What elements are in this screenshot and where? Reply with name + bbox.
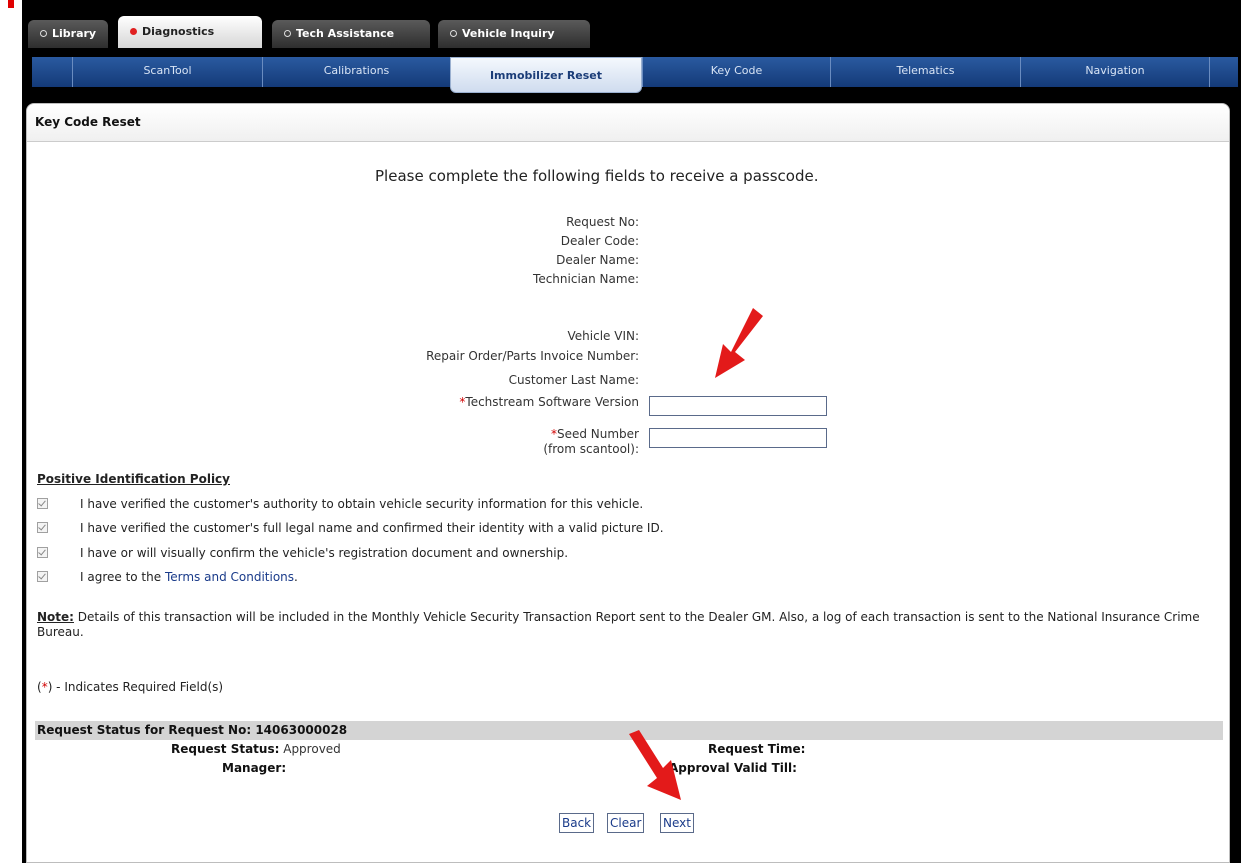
arrow-shape — [629, 730, 681, 800]
techstream-label-text: Techstream Software Version — [465, 395, 639, 409]
content-panel: Key Code Reset Please complete the follo… — [26, 103, 1230, 863]
required-field-note: (*) - Indicates Required Field(s) — [37, 680, 223, 694]
request-status-header-text: Request Status for Request No: 140630000… — [37, 723, 348, 737]
annotation-arrow-icon — [629, 730, 681, 800]
corner-marker — [0, 0, 22, 8]
subnav-key-code[interactable]: Key Code — [642, 57, 830, 87]
manager-label: Manager: — [222, 761, 287, 775]
panel-title: Key Code Reset — [35, 115, 141, 129]
tab-label: Diagnostics — [142, 25, 215, 38]
policy-checkbox-row: I agree to the Terms and Conditions. — [37, 570, 298, 584]
panel-header: Key Code Reset — [27, 104, 1229, 142]
tab-label: Tech Assistance — [296, 27, 395, 40]
seed-label-text: Seed Number — [556, 427, 639, 441]
request-status-label: Request Status: — [171, 742, 280, 756]
policy-checkbox-row: I have verified the customer's authority… — [37, 497, 643, 511]
terms-link[interactable]: Terms and Conditions — [165, 570, 294, 584]
tab-diagnostics[interactable]: Diagnostics — [118, 16, 262, 48]
subnav-calibrations[interactable]: Calibrations — [262, 57, 450, 87]
seed-number-label: *Seed Number — [27, 427, 639, 441]
tab-label: Vehicle Inquiry — [462, 27, 555, 40]
required-note-text: ) - Indicates Required Field(s) — [47, 680, 224, 694]
repair-order-label: Repair Order/Parts Invoice Number: — [426, 349, 639, 363]
policy-item-text: I have verified the customer's authority… — [80, 497, 644, 511]
subnav-scantool[interactable]: ScanTool — [72, 57, 262, 87]
note-label: Note: — [37, 610, 74, 624]
terms-suffix: . — [294, 570, 298, 584]
policy-checkbox-row: I have verified the customer's full lega… — [37, 521, 664, 535]
dealer-code-label: Dealer Code: — [560, 234, 639, 248]
radio-dot-icon — [284, 30, 291, 37]
vehicle-vin-label: Vehicle VIN: — [567, 329, 640, 343]
policy-item-text: I have or will visually confirm the vehi… — [80, 546, 569, 560]
technician-name-label: Technician Name: — [533, 272, 639, 286]
checkbox-terms[interactable] — [37, 571, 48, 582]
techstream-version-input[interactable] — [649, 396, 827, 416]
policy-item-text: I have verified the customer's full lega… — [80, 521, 664, 535]
instructions-text: Please complete the following fields to … — [375, 167, 819, 185]
policy-heading: Positive Identification Policy — [37, 472, 230, 486]
seed-number-sublabel: (from scantool): — [543, 442, 639, 456]
radio-dot-icon — [130, 28, 137, 35]
tab-label: Library — [52, 27, 97, 40]
subnav-immobilizer-reset[interactable]: Immobilizer Reset — [450, 57, 642, 93]
tab-vehicle-inquiry[interactable]: Vehicle Inquiry — [438, 20, 590, 48]
request-status-field: Request Status: Approved — [171, 742, 341, 756]
policy-item-text: I agree to the Terms and Conditions. — [80, 570, 298, 584]
tab-library[interactable]: Library — [28, 20, 108, 48]
request-status-value: Approved — [283, 742, 341, 756]
arrow-shape — [715, 308, 763, 378]
annotation-arrow-icon — [715, 308, 763, 378]
next-button[interactable]: Next — [660, 813, 694, 833]
seed-number-input[interactable] — [649, 428, 827, 448]
customer-last-name-label: Customer Last Name: — [508, 373, 639, 387]
checkbox-authority[interactable] — [37, 498, 48, 509]
subnav-telematics[interactable]: Telematics — [830, 57, 1020, 87]
request-time-label: Request Time: — [708, 742, 806, 756]
request-no-label: Request No: — [566, 215, 639, 229]
techstream-label: *Techstream Software Version — [27, 395, 639, 409]
clear-button[interactable]: Clear — [607, 813, 645, 833]
radio-dot-icon — [40, 30, 47, 37]
checkbox-identity[interactable] — [37, 522, 48, 533]
request-time-field: Request Time: — [708, 742, 805, 756]
note-text: Details of this transaction will be incl… — [37, 610, 1200, 639]
manager-field: Manager: — [222, 761, 286, 775]
policy-checkbox-row: I have or will visually confirm the vehi… — [37, 546, 568, 560]
tab-tech-assistance[interactable]: Tech Assistance — [272, 20, 430, 48]
radio-dot-icon — [450, 30, 457, 37]
top-tab-bar: Library Diagnostics Tech Assistance Vehi… — [22, 0, 1241, 48]
dealer-name-label: Dealer Name: — [556, 253, 639, 267]
sub-navigation: ScanTool Calibrations Immobilizer Reset … — [32, 57, 1238, 93]
terms-prefix: I agree to the — [80, 570, 165, 584]
back-button[interactable]: Back — [559, 813, 595, 833]
checkbox-registration[interactable] — [37, 547, 48, 558]
subnav-navigation[interactable]: Navigation — [1020, 57, 1210, 87]
transaction-note: Note: Details of this transaction will b… — [37, 610, 1207, 640]
